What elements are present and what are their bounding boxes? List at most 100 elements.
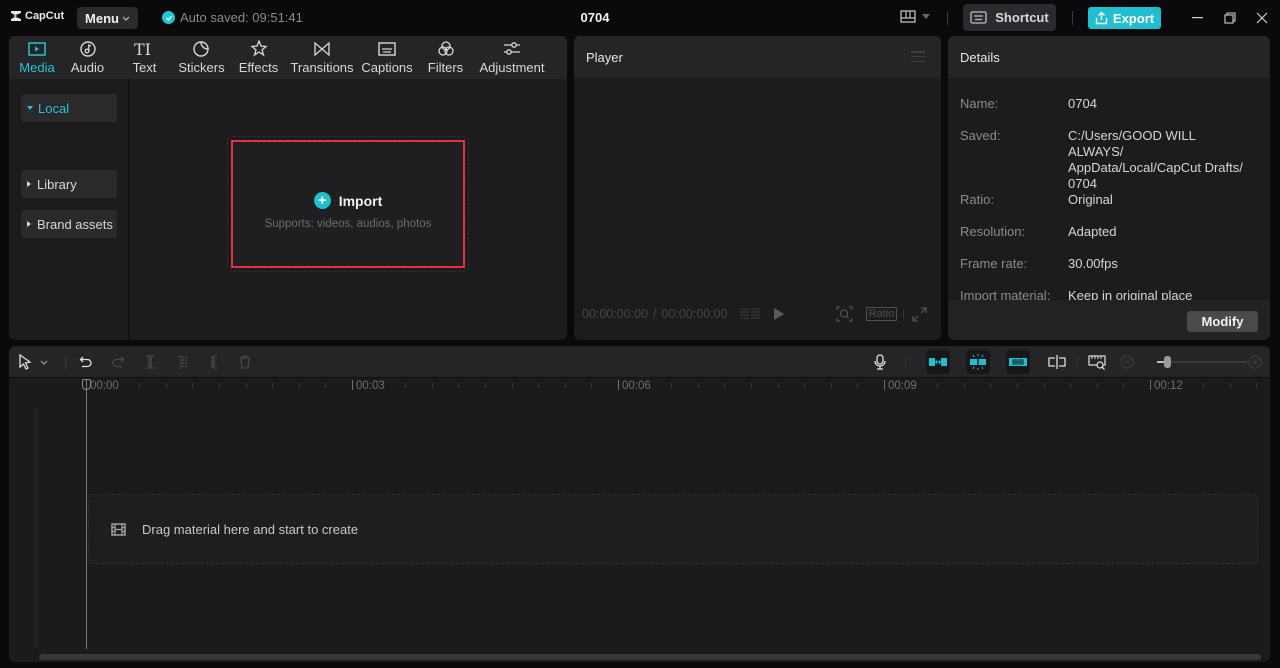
film-icon (111, 522, 126, 536)
cursor-icon (19, 354, 32, 370)
close-button[interactable] (1254, 10, 1270, 26)
player-panel: Player 00:00:00:00 / 00:00:00:00 Ratio (574, 36, 941, 340)
chevron-down-icon (122, 16, 130, 21)
timeline-ruler[interactable]: 00:00 00:03 00:06 00:09 00:12 (9, 378, 1270, 396)
player-controls: 00:00:00:00 / 00:00:00:00 Ratio (582, 304, 937, 324)
split-button[interactable] (140, 352, 160, 372)
tab-effects[interactable]: Effects (230, 36, 287, 79)
detail-label: Resolution: (960, 224, 1026, 239)
import-button[interactable]: + Import Supports: videos, audios, photo… (231, 140, 465, 268)
title-bar: CapCut Menu Auto saved: 09:51:41 0704 Sh… (0, 0, 1280, 36)
linkage-toggle[interactable] (1006, 350, 1030, 374)
ruler-tick (325, 383, 327, 388)
tab-label: Transitions (290, 60, 354, 75)
split-icon (146, 355, 154, 369)
import-main: + Import (313, 192, 382, 209)
tab-text[interactable]: TI Text (116, 36, 173, 79)
divider (947, 11, 948, 25)
zoom-in-icon (1248, 355, 1262, 369)
undo-button[interactable] (76, 352, 96, 372)
shortcut-button[interactable]: Shortcut (963, 4, 1056, 31)
export-button[interactable]: Export (1088, 7, 1161, 29)
delete-right-button[interactable] (203, 352, 223, 372)
modify-button[interactable]: Modify (1187, 311, 1258, 332)
auto-snap-toggle[interactable] (966, 350, 990, 374)
timeline-drop-zone[interactable]: Drag material here and start to create (88, 494, 1258, 564)
ruler-tick (777, 383, 779, 388)
play-icon[interactable] (773, 308, 784, 320)
plus-icon: + (313, 192, 331, 209)
zoom-slider-handle[interactable] (1164, 356, 1172, 368)
detail-row-name: Name: 0704 (960, 96, 1258, 112)
ruler-tick (298, 383, 300, 388)
ruler-tick (1229, 383, 1231, 388)
ruler-tick (485, 383, 486, 388)
redo-button[interactable] (108, 352, 128, 372)
media-tabs: Media Audio TI Text Stickers Effects Tra… (9, 36, 567, 79)
capcut-logo-icon (11, 11, 21, 21)
delete-left-button[interactable] (172, 352, 192, 372)
menu-button[interactable]: Menu (77, 7, 138, 29)
detail-row-saved: Saved: C:/Users/GOOD WILL ALWAYS/ AppDat… (960, 128, 1253, 192)
tab-audio[interactable]: Audio (59, 36, 116, 79)
player-menu-icon[interactable] (911, 51, 925, 62)
detail-row-ratio: Ratio: Original (960, 192, 1258, 208)
transitions-icon (314, 41, 330, 57)
ratio-button[interactable]: Ratio (865, 307, 898, 321)
fullscreen-icon[interactable] (912, 306, 927, 322)
tab-media[interactable]: Media (15, 36, 59, 79)
record-audio-button[interactable] (870, 352, 890, 372)
tab-filters[interactable]: Filters (417, 36, 474, 79)
tab-label: Text (132, 60, 157, 75)
ruler-tick (1123, 383, 1125, 388)
ruler-tick (857, 383, 859, 388)
ruler-tick (990, 383, 992, 388)
select-tool-button[interactable] (15, 352, 35, 372)
ruler-label: 00:03 (352, 380, 385, 392)
zoom-to-fit-button[interactable] (1087, 352, 1107, 372)
filters-icon (437, 41, 454, 56)
timeline-horizontal-scrollbar[interactable] (39, 654, 1261, 660)
delete-button[interactable] (235, 352, 255, 372)
ruler-tick (724, 383, 726, 388)
sidebar-item-local[interactable]: Local (21, 94, 117, 122)
keyboard-icon (970, 11, 987, 24)
ruler-tick (405, 383, 407, 388)
timecode-grid-icon[interactable] (739, 307, 761, 321)
zoom-timeline-icon (1087, 354, 1106, 370)
minimize-button[interactable] (1190, 10, 1206, 26)
zoom-out-button[interactable] (1117, 352, 1137, 372)
divider (905, 356, 906, 369)
restore-button[interactable] (1222, 10, 1238, 26)
zoom-fit-icon[interactable] (835, 306, 853, 322)
tab-label: Filters (427, 60, 464, 75)
sidebar-item-library[interactable]: Library (21, 170, 117, 198)
zoom-in-button[interactable] (1245, 352, 1265, 372)
ruler-label: 00:12 (1150, 380, 1183, 392)
minimize-icon (1192, 17, 1203, 19)
timeline-zoom-slider[interactable] (1157, 356, 1247, 368)
tab-adjustment[interactable]: Adjustment (474, 36, 550, 79)
detail-value: C:/Users/GOOD WILL ALWAYS/ AppData/Local… (1068, 128, 1243, 191)
tab-transitions[interactable]: Transitions (287, 36, 357, 79)
timeline-toolbar (9, 346, 1270, 378)
sidebar-item-brand-assets[interactable]: Brand assets (21, 210, 117, 238)
layout-button[interactable] (900, 10, 930, 23)
playhead[interactable] (86, 379, 87, 649)
ruler-tick (751, 383, 752, 388)
tab-stickers[interactable]: Stickers (173, 36, 230, 79)
main-track-magnet-toggle[interactable] (926, 350, 950, 374)
redo-icon (112, 356, 125, 368)
divider (1077, 356, 1078, 369)
layout-icon (900, 10, 916, 23)
player-title: Player (586, 49, 623, 65)
tab-captions[interactable]: Captions (357, 36, 417, 79)
tab-label: Media (19, 60, 55, 75)
ruler-tick (830, 383, 832, 388)
check-circle-icon (162, 11, 175, 24)
playhead-handle[interactable] (82, 379, 91, 390)
sidebar-label: Library (37, 176, 77, 192)
select-tool-dropdown[interactable] (38, 352, 50, 372)
link-icon (1009, 358, 1027, 366)
preview-axis-button[interactable] (1047, 352, 1067, 372)
